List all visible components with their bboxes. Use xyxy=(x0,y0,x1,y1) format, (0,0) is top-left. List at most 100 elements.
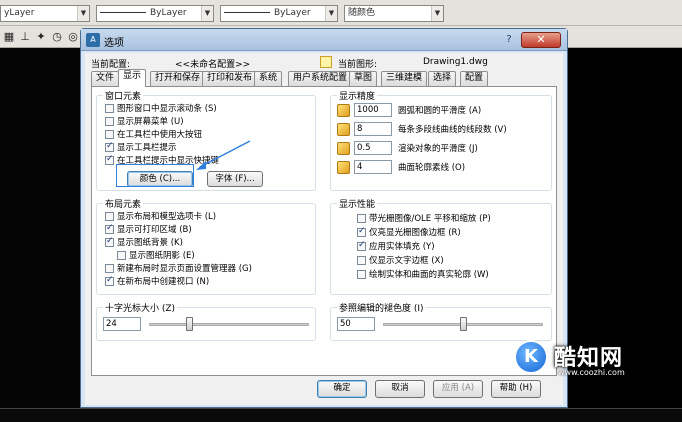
tab-system[interactable]: 系统 xyxy=(254,71,283,86)
close-button[interactable]: ✕ xyxy=(521,32,561,48)
checkbox-box[interactable] xyxy=(105,275,114,286)
crosshair-size-slider[interactable] xyxy=(149,323,309,326)
dialog-titlebar[interactable]: A 选项 ? ✕ xyxy=(81,29,567,51)
chevron-down-icon[interactable]: ▼ xyxy=(201,6,213,21)
drawing-area[interactable] xyxy=(0,48,80,422)
checkbox-box[interactable] xyxy=(117,250,126,260)
tab-plot-publish[interactable]: 打印和发布 xyxy=(202,71,258,86)
checkbox-paper-background[interactable]: 显示图纸背景 (K) xyxy=(105,236,183,248)
checkbox-large-buttons[interactable]: 在工具栏中使用大按钮 xyxy=(105,128,202,140)
checkbox-tooltips[interactable]: 显示工具栏提示 xyxy=(105,141,177,153)
pin-icon[interactable]: ✦ xyxy=(34,30,48,44)
tab-files[interactable]: 文件 xyxy=(91,71,120,86)
checkbox-box[interactable] xyxy=(105,263,114,273)
xref-fade-input[interactable]: 50 xyxy=(337,317,375,331)
target-icon[interactable]: ◎ xyxy=(66,30,80,44)
checkbox-box[interactable] xyxy=(105,211,114,221)
checkbox-text-frame[interactable]: 仅显示文字边框 (X) xyxy=(357,254,444,266)
checkbox-box[interactable] xyxy=(357,226,366,237)
tab-profiles[interactable]: 配置 xyxy=(460,71,489,86)
render-smoothness-row: 0.5 渲染对象的平滑度 (J) xyxy=(337,141,478,157)
checkbox-box[interactable] xyxy=(357,269,366,279)
annotation-arrow-icon xyxy=(196,140,251,170)
watermark-logo-icon: K xyxy=(514,340,548,374)
checkbox-box[interactable] xyxy=(105,116,114,126)
color-combo[interactable]: 随颜色 ▼ xyxy=(344,5,444,22)
checkbox-box[interactable] xyxy=(105,154,114,165)
checkbox-printable-area[interactable]: 显示可打印区域 (B) xyxy=(105,223,192,235)
layout-elements-group: 布局元素 显示布局和模型选项卡 (L) 显示可打印区域 (B) 显示图纸背景 (… xyxy=(96,197,316,295)
ok-button[interactable]: 确定 xyxy=(317,380,367,398)
checkbox-box[interactable] xyxy=(357,240,366,251)
checkbox-create-viewport[interactable]: 在新布局中创建视口 (N) xyxy=(105,275,209,287)
checkbox-box[interactable] xyxy=(105,129,114,139)
snap-icon[interactable]: ⊥ xyxy=(18,30,32,44)
checkbox-screen-menu[interactable]: 显示屏幕菜单 (U) xyxy=(105,115,184,127)
polyline-segments-row: 8 每条多段线曲线的线段数 (V) xyxy=(337,122,507,138)
dialog-client: 当前配置: <<未命名配置>> 当前图形: Drawing1.dwg 文件 显示… xyxy=(85,53,563,405)
clock-icon[interactable]: ◷ xyxy=(50,30,64,44)
layer-toolbar: yLayer ▼ ByLayer ▼ ByLayer ▼ 随颜色 ▼ xyxy=(0,0,682,26)
checkbox-box[interactable] xyxy=(105,223,114,234)
checkbox-page-setup-manager[interactable]: 新建布局时显示页面设置管理器 (G) xyxy=(105,262,252,274)
display-resolution-title: 显示精度 xyxy=(337,89,378,102)
checkbox-layout-tabs[interactable]: 显示布局和模型选项卡 (L) xyxy=(105,210,216,222)
crosshair-size-input[interactable]: 24 xyxy=(103,317,141,331)
checkbox-true-silhouettes[interactable]: 绘制实体和曲面的真实轮廓 (W) xyxy=(357,268,489,280)
checkbox-box[interactable] xyxy=(357,255,366,265)
polyline-segments-icon xyxy=(337,122,350,136)
render-smoothness-input[interactable]: 0.5 xyxy=(354,141,392,155)
checkbox-raster-pan-zoom[interactable]: 带光栅图像/OLE 平移和缩放 (P) xyxy=(357,212,491,224)
arc-smoothness-row: 1000 圆弧和圆的平滑度 (A) xyxy=(337,103,481,119)
lineweight-combo[interactable]: ByLayer ▼ xyxy=(220,5,338,22)
layout-elements-title: 布局元素 xyxy=(103,197,144,210)
tab-3d-modeling[interactable]: 三维建模 xyxy=(381,71,428,86)
dialog-title: 选项 xyxy=(104,38,124,49)
checkbox-show-scrollbars[interactable]: 图形窗口中显示滚动条 (S) xyxy=(105,102,217,114)
checkbox-solid-fill[interactable]: 应用实体填充 (Y) xyxy=(357,240,435,252)
tab-user-preferences[interactable]: 用户系统配置 xyxy=(288,71,353,86)
tab-open-save[interactable]: 打开和保存 xyxy=(150,71,206,86)
display-performance-title: 显示性能 xyxy=(337,197,378,210)
checkbox-box[interactable] xyxy=(105,141,114,152)
status-bar xyxy=(0,408,682,422)
layer-combo[interactable]: yLayer ▼ xyxy=(0,5,90,22)
checkbox-box[interactable] xyxy=(105,103,114,113)
watermark: K 酷知网 www.coozhi.com xyxy=(504,330,682,408)
highlight-box xyxy=(116,164,194,187)
apply-button[interactable]: 应用 (A) xyxy=(433,380,483,398)
linetype-combo[interactable]: ByLayer ▼ xyxy=(96,5,214,22)
crosshair-slider-thumb[interactable] xyxy=(185,317,193,331)
xref-fade-title: 参照编辑的褪色度 (I) xyxy=(337,301,426,314)
checkbox-raster-frame[interactable]: 仅亮显光栅图像边框 (R) xyxy=(357,226,461,238)
drawing-value: Drawing1.dwg xyxy=(423,57,488,67)
options-dialog: A 选项 ? ✕ 当前配置: <<未命名配置>> 当前图形: Drawing1.… xyxy=(80,28,568,408)
contour-lines-icon xyxy=(337,160,350,174)
contour-lines-input[interactable]: 4 xyxy=(354,160,392,174)
grid-icon[interactable]: ▦ xyxy=(2,30,16,44)
arc-smoothness-icon xyxy=(337,103,350,117)
xref-fade-slider-thumb[interactable] xyxy=(459,317,467,331)
drawing-label: 当前图形: xyxy=(338,60,378,70)
chevron-down-icon[interactable]: ▼ xyxy=(77,6,89,21)
render-smoothness-icon xyxy=(337,141,350,155)
checkbox-box[interactable] xyxy=(105,236,114,247)
arc-smoothness-input[interactable]: 1000 xyxy=(354,103,392,117)
checkbox-box[interactable] xyxy=(357,213,366,223)
help-icon[interactable]: ? xyxy=(501,33,517,47)
checkbox-paper-shadow[interactable]: 显示图纸阴影 (E) xyxy=(117,249,195,261)
tab-drafting[interactable]: 草图 xyxy=(349,71,378,86)
display-tab-panel: 窗口元素 图形窗口中显示滚动条 (S) 显示屏幕菜单 (U) 在工具栏中使用大按… xyxy=(91,86,557,376)
cancel-button[interactable]: 取消 xyxy=(375,380,425,398)
polyline-segments-input[interactable]: 8 xyxy=(354,122,392,136)
chevron-down-icon[interactable]: ▼ xyxy=(325,6,337,21)
tab-selection[interactable]: 选择 xyxy=(428,71,457,86)
drawing-icon xyxy=(320,56,332,68)
profile-value: <<未命名配置>> xyxy=(175,60,251,70)
display-performance-group: 显示性能 带光栅图像/OLE 平移和缩放 (P) 仅亮显光栅图像边框 (R) 应… xyxy=(330,197,552,295)
chevron-down-icon[interactable]: ▼ xyxy=(431,6,443,21)
tab-display[interactable]: 显示 xyxy=(118,69,147,87)
display-resolution-group: 显示精度 1000 圆弧和圆的平滑度 (A) 8 每条多段线曲线的线段数 (V) 0… xyxy=(330,89,552,191)
contour-lines-row: 4 曲面轮廓素线 (O) xyxy=(337,160,465,176)
window-elements-title: 窗口元素 xyxy=(103,89,144,102)
